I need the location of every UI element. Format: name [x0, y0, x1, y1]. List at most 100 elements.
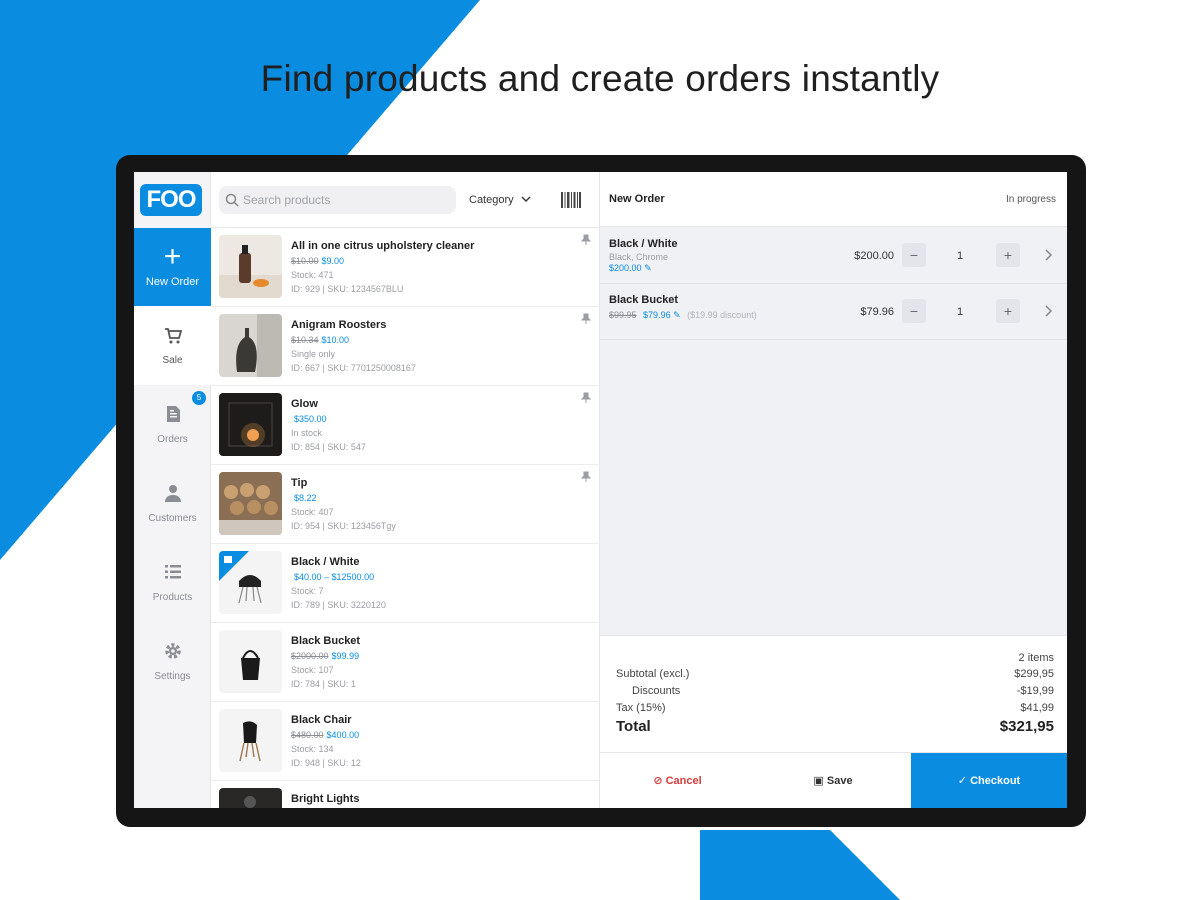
save-icon: ▣ — [813, 775, 824, 787]
sidebar-item-label: Orders — [157, 434, 188, 445]
order-line-subprice: $200.00 ✎ — [609, 263, 652, 273]
product-price: $2000.00 $99.99 — [291, 651, 360, 661]
app-screen: FOO + New Order Sale 5 Orders Customers … — [134, 172, 1067, 808]
totals-discounts: Discounts -$19,99 — [632, 685, 1054, 697]
product-row[interactable]: Anigram Roosters $10.34 $10.00 Single onl… — [211, 307, 600, 386]
order-line-subprice: $99.95 $79.96 ✎ ($19.99 discount) — [609, 310, 757, 320]
chevron-right-icon[interactable] — [1043, 304, 1055, 318]
checkout-button[interactable]: ✓ Checkout — [911, 753, 1067, 808]
product-meta: ID: 854 | SKU: 547 — [291, 442, 366, 452]
order-line-name: Black Bucket — [609, 294, 679, 306]
order-line-name: Black / White — [609, 238, 678, 250]
check-icon: ✓ — [957, 775, 968, 787]
product-image-tip — [219, 472, 282, 535]
product-meta: ID: 784 | SKU: 1 — [291, 679, 356, 689]
headline: Find products and create orders instantl… — [260, 58, 940, 99]
sidebar-item-label: Products — [152, 592, 193, 603]
search-icon — [225, 193, 239, 207]
product-price: $10.34 $10.00 — [291, 335, 350, 345]
product-row[interactable]: Bright Lights — [211, 781, 600, 808]
product-name: All in one citrus upholstery cleaner — [291, 240, 475, 252]
pin-icon[interactable] — [580, 234, 592, 246]
product-stock: Stock: 134 — [291, 744, 334, 754]
background-blue-triangle-bottom — [700, 830, 900, 900]
sidebar-item-customers[interactable]: Customers — [134, 464, 211, 543]
product-stock: Single only — [291, 349, 336, 359]
search-input[interactable] — [243, 186, 448, 214]
sidebar-item-label: Settings — [154, 671, 191, 682]
chevron-down-icon — [521, 196, 531, 202]
barcode-icon[interactable] — [561, 192, 581, 208]
product-list-panel: Category All in one citrus upholstery cl… — [211, 172, 600, 808]
new-order-button[interactable]: + New Order — [134, 228, 211, 306]
product-image-chair — [219, 551, 282, 614]
category-dropdown[interactable]: Category — [469, 186, 539, 214]
orders-badge: 5 — [192, 391, 206, 405]
product-name: Bright Lights — [291, 793, 360, 805]
product-name: Anigram Roosters — [291, 319, 387, 331]
save-button[interactable]: ▣ Save — [755, 753, 911, 808]
new-order-label: New Order — [145, 276, 200, 288]
order-line-price: $79.96 — [860, 306, 894, 318]
product-name: Black Bucket — [291, 635, 361, 647]
logo: FOO — [140, 184, 202, 216]
sidebar-item-orders[interactable]: 5 Orders — [134, 385, 211, 464]
product-meta: ID: 954 | SKU: 123456Tgy — [291, 521, 396, 531]
edit-icon[interactable]: ✎ — [673, 310, 681, 320]
totals-tax: Tax (15%) $41,99 — [616, 702, 1054, 714]
product-image-roosters — [219, 314, 282, 377]
product-row[interactable]: Glow $350.00 In stock ID: 854 | SKU: 547 — [211, 386, 600, 465]
pin-icon[interactable] — [580, 313, 592, 325]
order-line-variant: Black, Chrome — [609, 252, 669, 262]
order-line-item[interactable]: Black Bucket $99.95 $79.96 ✎ ($19.99 dis… — [600, 284, 1067, 340]
order-panel: New Order In progress Black / White Blac… — [600, 172, 1067, 808]
list-icon — [164, 565, 181, 579]
pin-icon[interactable] — [580, 471, 592, 483]
decrement-button[interactable]: − — [902, 243, 926, 267]
pin-icon[interactable] — [580, 392, 592, 404]
product-price: $8.22 — [294, 493, 317, 503]
chevron-right-icon[interactable] — [1043, 248, 1055, 262]
product-stock: Stock: 7 — [291, 586, 324, 596]
sidebar-item-sale[interactable]: Sale — [134, 306, 211, 385]
product-price: $40.00 – $12500.00 — [294, 572, 375, 582]
order-totals: 2 items Subtotal (excl.) $299,95 Discount… — [600, 635, 1067, 752]
orders-icon — [166, 406, 180, 422]
order-line-qty: 1 — [956, 250, 964, 262]
order-title: New Order — [609, 193, 665, 205]
cancel-button[interactable]: ⊘ Cancel — [600, 753, 755, 808]
cancel-icon: ⊘ — [653, 775, 663, 787]
product-row[interactable]: Black Bucket $2000.00 $99.99 Stock: 107 I… — [211, 623, 600, 702]
sidebar-item-label: Customers — [148, 513, 197, 524]
product-name: Black Chair — [291, 714, 352, 726]
product-row[interactable]: Black / White $40.00 – $12500.00 Stock: … — [211, 544, 600, 623]
product-name: Black / White — [291, 556, 360, 568]
product-stock: In stock — [291, 428, 323, 438]
search-bar — [219, 186, 456, 214]
order-header: New Order In progress — [600, 172, 1067, 227]
increment-button[interactable]: + — [996, 243, 1020, 267]
product-stock: Stock: 407 — [291, 507, 334, 517]
product-meta: ID: 789 | SKU: 3220120 — [291, 600, 386, 610]
increment-button[interactable]: + — [996, 299, 1020, 323]
product-image-bright-lights — [219, 788, 282, 808]
product-image-black-chair — [219, 709, 282, 772]
product-row[interactable]: All in one citrus upholstery cleaner $10… — [211, 228, 600, 307]
sidebar-item-settings[interactable]: Settings — [134, 622, 211, 701]
product-row[interactable]: Tip $8.22 Stock: 407 ID: 954 | SKU: 1234… — [211, 465, 600, 544]
decrement-button[interactable]: − — [902, 299, 926, 323]
product-image-cleaner — [219, 235, 282, 298]
edit-icon[interactable]: ✎ — [644, 263, 652, 273]
order-line-item[interactable]: Black / White Black, Chrome $200.00 ✎ $2… — [600, 228, 1067, 284]
product-meta: ID: 667 | SKU: 7701250008167 — [291, 363, 416, 373]
product-price: $480.00 $400.00 — [291, 730, 360, 740]
order-actions: ⊘ Cancel ▣ Save ✓ Checkout — [600, 752, 1067, 808]
product-row[interactable]: Black Chair $480.00 $400.00 Stock: 134 ID… — [211, 702, 600, 781]
product-meta: ID: 929 | SKU: 1234567BLU — [291, 284, 404, 294]
product-name: Tip — [291, 477, 308, 489]
product-stock: Stock: 107 — [291, 665, 334, 675]
product-stock: Stock: 471 — [291, 270, 334, 280]
sidebar-item-products[interactable]: Products — [134, 543, 211, 622]
product-name: Glow — [291, 398, 318, 410]
totals-total: Total $321,95 — [616, 718, 1054, 735]
